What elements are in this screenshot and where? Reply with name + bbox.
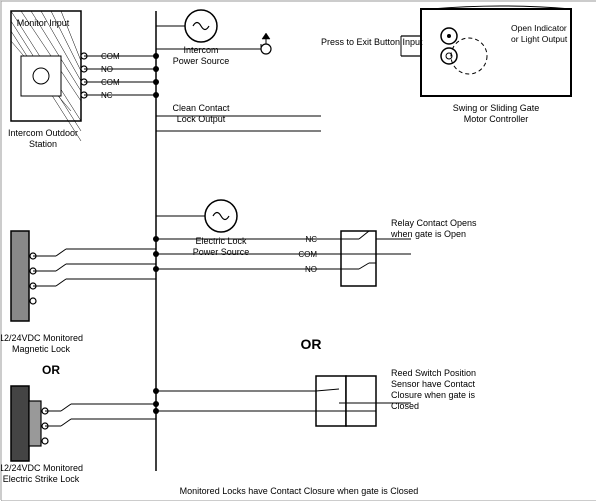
monitor-input-label: Monitor Input (17, 18, 70, 28)
no1-label: NO (101, 65, 113, 74)
intercom-outdoor-label: Intercom Outdoor (8, 128, 78, 138)
elec-lock-power-label2: Power Source (193, 247, 250, 257)
mag-lock-label2: Magnetic Lock (12, 344, 71, 354)
elec-strike-label: 12/24VDC Monitored (1, 463, 83, 473)
reed-switch-label3: Closure when gate is (391, 390, 476, 400)
relay-contact-label: Relay Contact Opens (391, 218, 477, 228)
intercom-power-label: Intercom (183, 45, 218, 55)
open-indicator-label2: or Light Output (511, 34, 568, 44)
open-indicator-label: Open Indicator (511, 23, 567, 33)
clean-contact-label2: Lock Output (177, 114, 226, 124)
no-relay-label: NO (305, 265, 317, 274)
swing-gate-label: Swing or Sliding Gate (453, 103, 540, 113)
reed-switch-label4: Closed (391, 401, 419, 411)
nc-label: NC (305, 235, 317, 244)
mag-lock-label: 12/24VDC Monitored (1, 333, 83, 343)
or2-label: OR (301, 336, 322, 352)
elec-lock-power-label: Electric Lock (195, 236, 247, 246)
press-exit-label: Press to Exit Button Input (321, 37, 423, 47)
relay-contact-label2: when gate is Open (390, 229, 466, 239)
intercom-power-label2: Power Source (173, 56, 230, 66)
clean-contact-label: Clean Contact (172, 103, 230, 113)
or1-label: OR (42, 363, 60, 377)
elec-strike-label2: Electric Strike Lock (3, 474, 80, 484)
com1-label: COM (101, 52, 120, 61)
com-relay-label: COM (298, 250, 317, 259)
footer-label: Monitored Locks have Contact Closure whe… (180, 486, 419, 496)
reed-switch-label: Reed Switch Position (391, 368, 476, 378)
swing-gate-label2: Motor Controller (464, 114, 529, 124)
nc1-label: NC (101, 91, 113, 100)
intercom-outdoor-label2: Station (29, 139, 57, 149)
com2-label: COM (101, 78, 120, 87)
wiring-diagram: Monitor Input Intercom Power Source (0, 0, 596, 500)
reed-switch-label2: Sensor have Contact (391, 379, 476, 389)
